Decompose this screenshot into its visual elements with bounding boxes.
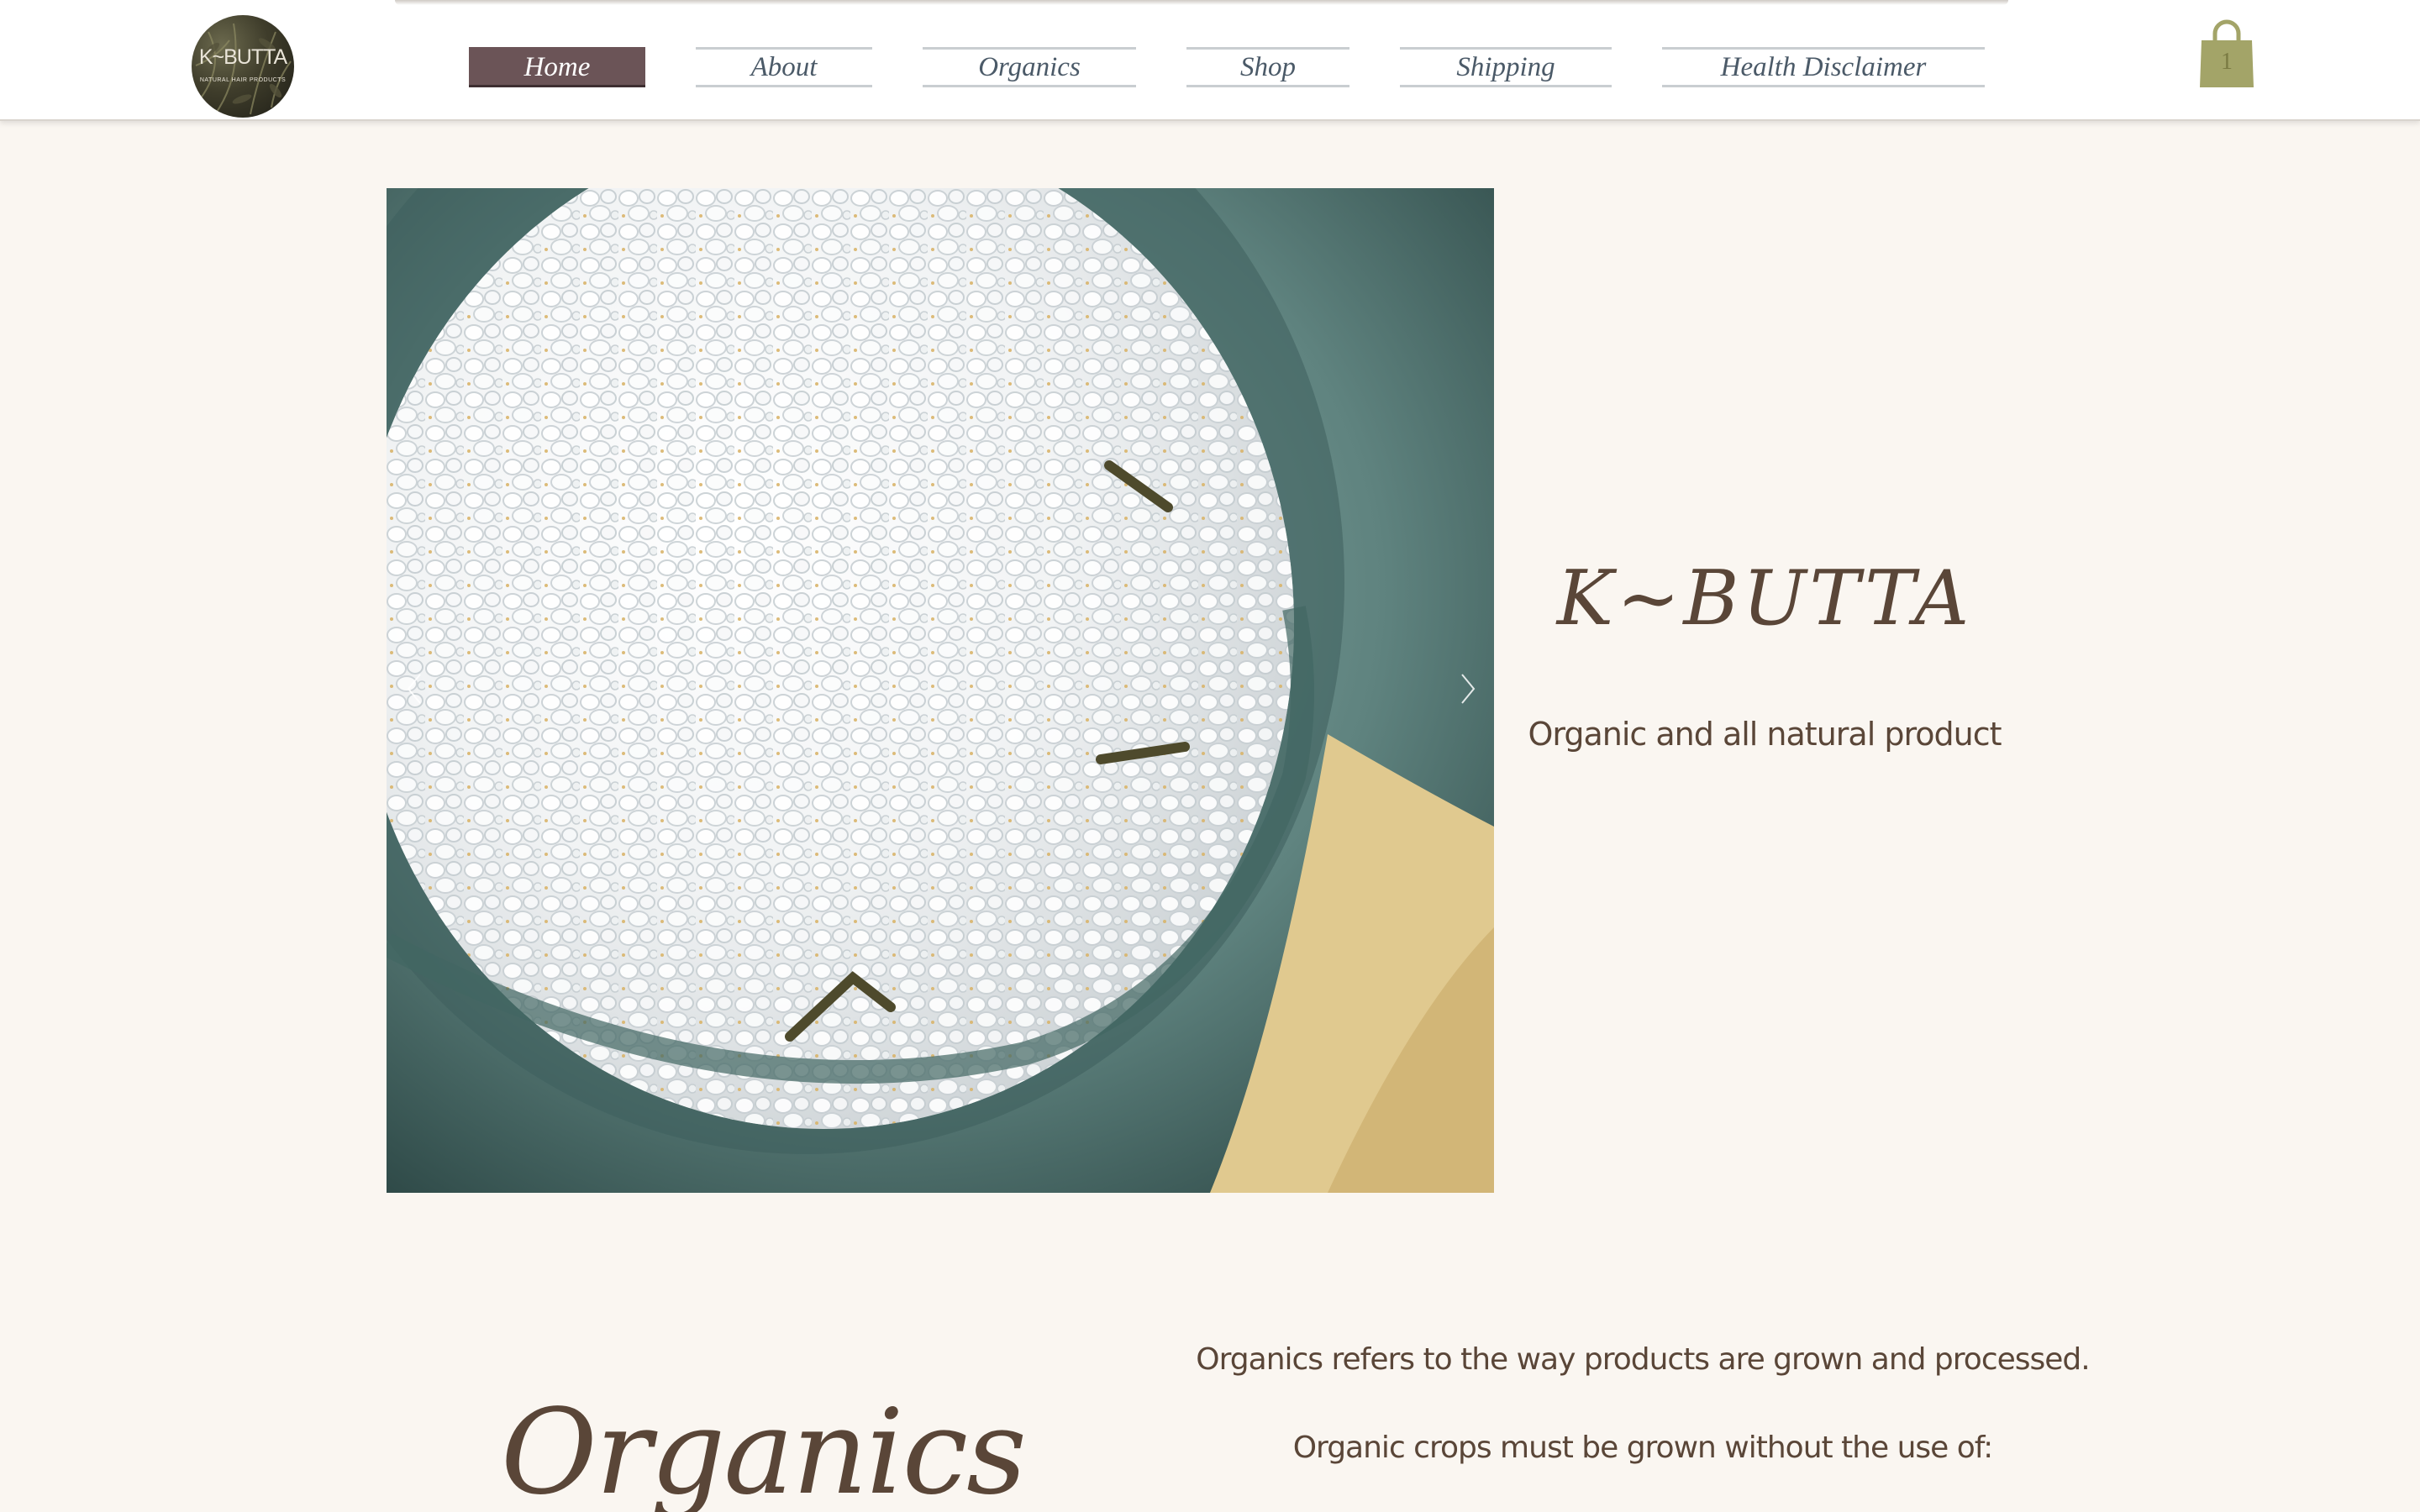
nav-shipping[interactable]: Shipping bbox=[1400, 47, 1612, 87]
organics-heading: Organics bbox=[501, 1384, 1027, 1512]
logo-subtitle: NATURAL HAIR PRODUCTS bbox=[199, 77, 287, 83]
organics-paragraph-1: Organics refers to the way products are … bbox=[1196, 1342, 2090, 1377]
slideshow-prev-button[interactable] bbox=[402, 668, 427, 710]
sea-salt-bowl-image bbox=[387, 188, 1494, 1193]
site-logo[interactable]: K~BUTTA NATURAL HAIR PRODUCTS bbox=[192, 15, 294, 118]
logo-name: K~BUTTA bbox=[198, 45, 287, 69]
hero-slideshow-image[interactable] bbox=[387, 188, 1494, 1193]
nav-organics[interactable]: Organics bbox=[923, 47, 1136, 87]
nav-home[interactable]: Home bbox=[469, 47, 645, 87]
nav-health-disclaimer[interactable]: Health Disclaimer bbox=[1662, 47, 1985, 87]
brand-title: K~BUTTA bbox=[1556, 554, 1973, 643]
cart-count: 1 bbox=[2221, 49, 2233, 75]
brand-tagline: Organic and all natural product bbox=[1528, 716, 2002, 753]
nav-shop[interactable]: Shop bbox=[1186, 47, 1349, 87]
site-header: K~BUTTA NATURAL HAIR PRODUCTS Home About… bbox=[0, 0, 2420, 121]
cart-button[interactable]: 1 bbox=[2198, 18, 2255, 89]
chevron-right-icon bbox=[1461, 674, 1476, 704]
organics-paragraph-2: Organic crops must be grown without the … bbox=[1292, 1431, 1994, 1465]
nav-about[interactable]: About bbox=[696, 47, 872, 87]
header-shadow bbox=[395, 0, 2008, 5]
slideshow-next-button[interactable] bbox=[1455, 668, 1481, 710]
chevron-left-icon bbox=[407, 674, 421, 704]
